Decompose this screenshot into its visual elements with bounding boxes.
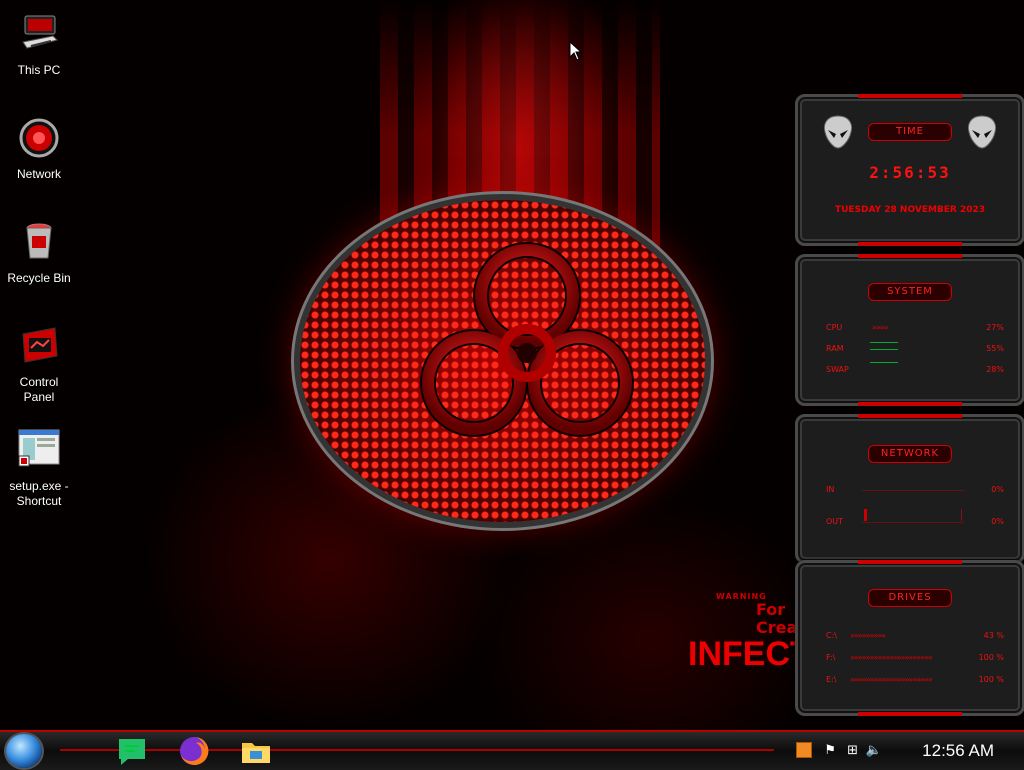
system-gadget-title: SYSTEM	[868, 283, 952, 301]
desktop-icon-recycle-bin[interactable]: Recycle Bin	[4, 220, 74, 286]
wallpaper-infect-text: WARNING For Crea INFECT	[688, 592, 811, 671]
network-out-graph	[862, 522, 964, 523]
desktop-icon-network[interactable]: Network	[4, 116, 74, 182]
taskbar-clock[interactable]: 12:56 AM	[922, 741, 994, 761]
row-value: 28%	[986, 365, 1004, 374]
drive-f-level: »»»»»»»»»»»»»»»»»»»»»	[850, 653, 933, 662]
swap-level-bar	[870, 362, 898, 363]
row-value: 55%	[986, 344, 1004, 353]
row-value: 27%	[986, 323, 1004, 332]
alien-head-icon	[823, 115, 853, 149]
desktop-icon-label: Recycle Bin	[7, 271, 71, 285]
desktop-icon-label: Control Panel	[19, 375, 59, 404]
row-label: SWAP	[826, 365, 849, 374]
recycle-bin-icon	[26, 223, 52, 259]
desktop-icon-control-panel[interactable]: Control Panel	[4, 324, 74, 405]
flag-icon[interactable]: ⚑	[824, 743, 836, 758]
row-value: 100 %	[978, 675, 1004, 684]
file-explorer-icon[interactable]	[240, 735, 272, 767]
row-label: F:\	[826, 653, 836, 662]
biohazard-icon	[420, 242, 634, 437]
alien-head-icon	[967, 115, 997, 149]
row-label: CPU	[826, 323, 843, 332]
chat-app-icon[interactable]	[116, 735, 148, 767]
network-in-graph	[862, 490, 964, 491]
wallpaper-infect: INFECT	[688, 635, 811, 673]
network-gadget[interactable]: NETWORK IN 0% OUT 0%	[795, 414, 1024, 564]
row-value: 0%	[991, 517, 1004, 526]
network-tray-icon[interactable]: ⊞	[847, 743, 858, 758]
ram-level-bar	[870, 349, 898, 350]
desktop-icon-label: setup.exe - Shortcut	[9, 479, 69, 508]
volume-icon[interactable]: 🔈	[866, 743, 882, 758]
drives-gadget[interactable]: DRIVES C:\ »»»»»»»»» 43 % F:\ »»»»»»»»»»…	[795, 560, 1024, 716]
network-icon	[19, 118, 59, 158]
row-label: RAM	[826, 344, 844, 353]
network-gadget-title: NETWORK	[868, 445, 952, 463]
row-value: 100 %	[978, 653, 1004, 662]
system-gadget[interactable]: SYSTEM CPU »»»» 27% RAM 55% SWAP 28%	[795, 254, 1024, 406]
time-gadget[interactable]: TIME 2:56:53 TUESDAY 28 NOVEMBER 2023	[795, 94, 1024, 246]
ram-level-bar	[870, 342, 898, 343]
row-label: OUT	[826, 517, 844, 526]
network-out-marker	[961, 509, 962, 521]
drive-e-level: »»»»»»»»»»»»»»»»»»»»»	[850, 675, 933, 684]
row-label: C:\	[826, 631, 837, 640]
row-label: E:\	[826, 675, 837, 684]
drive-c-level: »»»»»»»»»	[850, 631, 886, 640]
desktop-icon-label: This PC	[17, 63, 61, 77]
row-value: 43 %	[983, 631, 1004, 640]
time-gadget-title: TIME	[868, 123, 952, 141]
network-out-spike	[864, 509, 867, 521]
taskbar-accent-line	[60, 749, 774, 751]
gadget-clock: 2:56:53	[869, 163, 951, 182]
drives-gadget-title: DRIVES	[868, 589, 952, 607]
mouse-cursor-icon	[569, 41, 583, 61]
start-orb-icon[interactable]	[6, 734, 42, 768]
desktop-icon-this-pc[interactable]: This PC	[4, 12, 74, 78]
row-label: IN	[826, 485, 835, 494]
cpu-level-arrows: »»»»	[872, 323, 889, 332]
computer-icon	[22, 15, 58, 49]
gadget-date: TUESDAY 28 NOVEMBER 2023	[834, 205, 986, 215]
desktop-icon-setup-shortcut[interactable]: setup.exe - Shortcut	[4, 428, 74, 509]
shortcut-icon	[18, 429, 60, 467]
control-panel-icon	[22, 327, 58, 363]
app-tray-icon[interactable]	[796, 742, 812, 758]
firefox-icon[interactable]	[178, 735, 210, 767]
desktop-icon-label: Network	[16, 167, 61, 181]
row-value: 0%	[991, 485, 1004, 494]
taskbar: ⚑ ⊞ 🔈 12:56 AM	[0, 730, 1024, 770]
